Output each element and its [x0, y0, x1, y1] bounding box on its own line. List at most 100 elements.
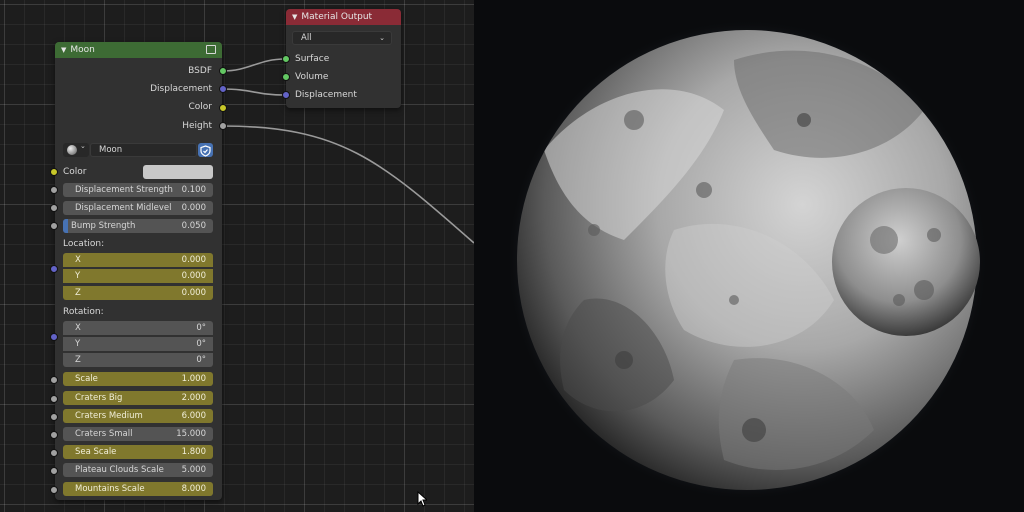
displacement-midlevel-field[interactable]: Displacement Midlevel 0.000 [63, 201, 213, 215]
field-label: Mountains Scale [75, 484, 145, 494]
field-value: 15.000 [176, 429, 206, 439]
rotation-socket[interactable] [50, 333, 58, 341]
rotation-x-field[interactable]: X 0° [63, 321, 213, 335]
field-value: 0.000 [181, 203, 206, 213]
field-value: 0° [196, 339, 206, 349]
field-label: Y [75, 339, 81, 349]
mouse-cursor-icon [417, 491, 427, 507]
field-label: Z [75, 355, 81, 365]
scale-socket[interactable] [50, 376, 58, 384]
collapse-arrow-icon[interactable]: ▼ [61, 46, 66, 54]
surface-input-socket[interactable] [282, 55, 290, 63]
collapse-arrow-icon[interactable]: ▼ [292, 13, 297, 21]
field-value: 5.000 [181, 465, 206, 475]
output-height-label: Height [182, 121, 212, 131]
location-socket[interactable] [50, 265, 58, 273]
volume-input-socket[interactable] [282, 73, 290, 81]
location-label: Location: [63, 239, 105, 249]
mountains-scale-socket[interactable] [50, 486, 58, 494]
field-label: Plateau Clouds Scale [75, 465, 164, 475]
field-value: 0° [196, 355, 206, 365]
output-color-label: Color [188, 102, 213, 112]
displacement-output-socket[interactable] [219, 85, 227, 93]
chevron-down-icon: ⌄ [379, 34, 385, 42]
field-value: 2.000 [181, 393, 206, 403]
rotation-z-field[interactable]: Z 0° [63, 353, 213, 367]
field-label: Sea Scale [75, 447, 117, 457]
field-value: 6.000 [181, 411, 206, 421]
field-label: Scale [75, 374, 98, 384]
color-output-socket[interactable] [219, 104, 227, 112]
rotation-y-field[interactable]: Y 0° [63, 337, 213, 351]
material-output-node[interactable]: ▼ Material Output All ⌄ Surface Volume Di… [286, 9, 401, 108]
field-value: 0.100 [181, 185, 206, 195]
link-height [221, 125, 474, 244]
field-value: 0.050 [181, 221, 206, 231]
craters-medium-socket[interactable] [50, 413, 58, 421]
field-label: Y [75, 271, 81, 281]
material-output-title: Material Output [301, 12, 373, 22]
height-output-socket[interactable] [219, 122, 227, 130]
displacement-input-socket[interactable] [282, 91, 290, 99]
field-label: Displacement Strength [75, 185, 173, 195]
material-output-header[interactable]: ▼ Material Output [286, 9, 401, 25]
craters-medium-field[interactable]: Craters Medium 6.000 [63, 409, 213, 423]
field-value: 0° [196, 323, 206, 333]
craters-big-field[interactable]: Craters Big 2.000 [63, 391, 213, 405]
bump-strength-field[interactable]: Bump Strength 0.050 [63, 219, 213, 233]
link-bsdf-surface [221, 58, 286, 72]
field-value: 1.000 [181, 374, 206, 384]
field-label: X [75, 323, 81, 333]
color-input-socket[interactable] [50, 168, 58, 176]
mountains-scale-field[interactable]: Mountains Scale 8.000 [63, 482, 213, 496]
fake-user-shield-icon[interactable] [198, 143, 213, 157]
sea-scale-socket[interactable] [50, 449, 58, 457]
target-dropdown[interactable]: All ⌄ [292, 31, 392, 45]
input-volume-label: Volume [295, 72, 329, 82]
link-displacement [221, 88, 286, 96]
craters-big-socket[interactable] [50, 395, 58, 403]
rotation-label: Rotation: [63, 307, 104, 317]
output-displacement-label: Displacement [150, 84, 212, 94]
output-bsdf-label: BSDF [188, 66, 212, 76]
plateau-clouds-scale-field[interactable]: Plateau Clouds Scale 5.000 [63, 463, 213, 477]
field-value: 0.000 [181, 271, 206, 281]
node-group-name-field[interactable]: Moon [90, 143, 197, 157]
input-displacement-label: Displacement [295, 90, 357, 100]
small-moon-sphere [832, 188, 980, 336]
field-value: 1.800 [181, 447, 206, 457]
moon-node[interactable]: ▼ Moon BSDF Displacement Color Height ⌄ M… [55, 42, 222, 500]
craters-small-field[interactable]: Craters Small 15.000 [63, 427, 213, 441]
field-value: 8.000 [181, 484, 206, 494]
node-editor[interactable]: ▼ Material Output All ⌄ Surface Volume Di… [0, 0, 474, 512]
location-y-field[interactable]: Y 0.000 [63, 269, 213, 283]
node-group-name: Moon [99, 145, 123, 155]
bump-strength-socket[interactable] [50, 222, 58, 230]
chevron-down-icon: ⌄ [80, 142, 86, 150]
field-label: Bump Strength [71, 221, 136, 231]
node-group-icon[interactable] [206, 45, 216, 54]
node-group-browse-button[interactable]: ⌄ [63, 142, 89, 157]
sea-scale-field[interactable]: Sea Scale 1.800 [63, 445, 213, 459]
plateau-clouds-scale-socket[interactable] [50, 467, 58, 475]
moon-node-header[interactable]: ▼ Moon [55, 42, 222, 58]
scale-field[interactable]: Scale 1.000 [63, 372, 213, 386]
field-label: Craters Big [75, 393, 123, 403]
bsdf-output-socket[interactable] [219, 67, 227, 75]
field-label: Z [75, 288, 81, 298]
displacement-strength-field[interactable]: Displacement Strength 0.100 [63, 183, 213, 197]
field-value: 0.000 [181, 288, 206, 298]
field-label: Craters Medium [75, 411, 143, 421]
moon-render [507, 20, 987, 500]
moon-node-title: Moon [70, 45, 95, 55]
field-label: X [75, 255, 81, 265]
render-viewport[interactable] [474, 0, 1024, 512]
location-z-field[interactable]: Z 0.000 [63, 286, 213, 300]
color-input-label: Color [63, 167, 87, 177]
location-x-field[interactable]: X 0.000 [63, 253, 213, 267]
displacement-strength-socket[interactable] [50, 186, 58, 194]
color-swatch[interactable] [143, 165, 213, 179]
craters-small-socket[interactable] [50, 431, 58, 439]
displacement-midlevel-socket[interactable] [50, 204, 58, 212]
field-label: Displacement Midlevel [75, 203, 172, 213]
